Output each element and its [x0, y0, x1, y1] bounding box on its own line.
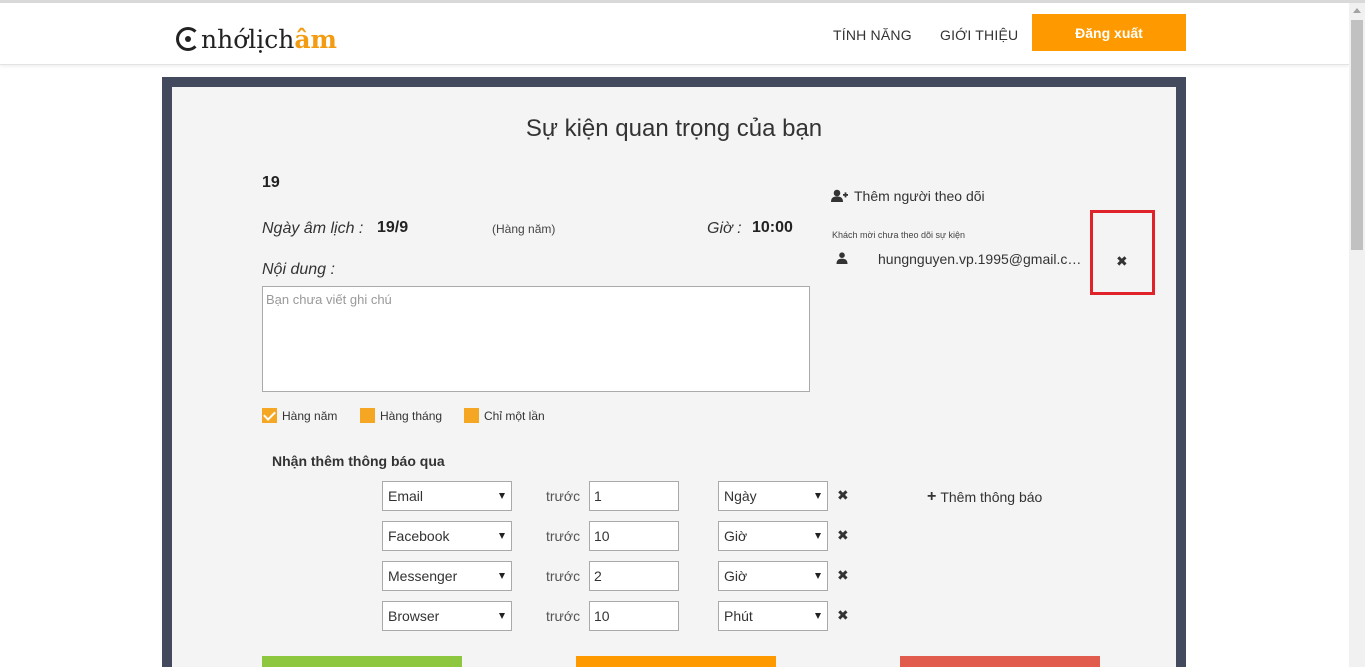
dropdown-caret-icon [499, 533, 505, 539]
channel-select[interactable]: Messenger [382, 561, 512, 591]
add-user-icon [831, 189, 848, 202]
repeat-type-label: (Hàng năm) [492, 222, 556, 236]
repeat-option-once[interactable]: Chỉ một lần [464, 408, 545, 423]
before-label: trước [546, 568, 581, 584]
add-follower-label: Thêm người theo dõi [854, 188, 985, 204]
lunar-date-value: 19/9 [377, 219, 409, 236]
checkbox-icon[interactable] [360, 408, 375, 423]
notification-row: Facebook trước 10 Giờ ✖ [0, 521, 1365, 551]
dropdown-caret-icon [815, 533, 821, 539]
checkbox-icon[interactable] [464, 408, 479, 423]
repeat-option-monthly[interactable]: Hàng tháng [360, 408, 442, 423]
save-button[interactable] [262, 656, 462, 667]
logo-text: nhớlịch [201, 24, 295, 54]
channel-select[interactable]: Browser [382, 601, 512, 631]
dropdown-caret-icon [499, 493, 505, 499]
unit-select[interactable]: Ngày [718, 481, 828, 511]
remove-notification-close-icon[interactable]: ✖ [837, 487, 849, 504]
nav-about[interactable]: GIỚI THIỆU [940, 27, 1018, 43]
time-value: 10:00 [752, 219, 793, 236]
repeat-option-label: Hàng tháng [380, 408, 443, 423]
add-notification-button[interactable]: + Thêm thông báo [927, 488, 1042, 506]
repeat-option-label: Hàng năm [282, 408, 338, 423]
unit-select[interactable]: Giờ [718, 521, 828, 551]
before-label: trước [546, 608, 581, 624]
before-label: trước [546, 488, 581, 504]
repeat-option-label: Chỉ một lần [484, 408, 545, 423]
lunar-date-label: Ngày âm lịch : [262, 220, 364, 237]
edit-button[interactable] [576, 656, 776, 667]
remove-notification-close-icon[interactable]: ✖ [837, 567, 849, 584]
plus-icon: + [927, 488, 937, 505]
checkbox-checked-icon[interactable] [262, 408, 277, 423]
page-title: Sự kiện quan trọng của bạn [525, 115, 823, 142]
dropdown-caret-icon [815, 573, 821, 579]
add-follower-button[interactable]: Thêm người theo dõi [831, 188, 985, 204]
dropdown-caret-icon [499, 573, 505, 579]
scrollbar-thumb[interactable] [1351, 20, 1363, 250]
remove-notification-close-icon[interactable]: ✖ [837, 527, 849, 544]
site-logo[interactable]: nhớlịch âm [176, 21, 337, 57]
logout-button[interactable]: Đăng xuất [1032, 14, 1186, 51]
time-label: Giờ : [707, 220, 742, 237]
amount-input[interactable]: 2 [589, 561, 679, 591]
dropdown-caret-icon [815, 493, 821, 499]
guest-email: hungnguyen.vp.1995@gmail.com [878, 251, 1086, 267]
amount-input[interactable]: 10 [589, 601, 679, 631]
amount-input[interactable]: 1 [589, 481, 679, 511]
delete-button[interactable] [900, 656, 1100, 667]
add-notification-label: Thêm thông báo [940, 489, 1043, 505]
remove-guest-close-icon[interactable]: ✖ [1116, 253, 1128, 270]
logo-swirl-icon [176, 27, 200, 51]
notification-row: Messenger trước 2 Giờ ✖ [0, 561, 1365, 591]
unit-select[interactable]: Giờ [718, 561, 828, 591]
note-textarea[interactable]: Bạn chưa viết ghi chú [262, 286, 810, 392]
repeat-option-yearly[interactable]: Hàng năm [262, 408, 337, 423]
user-icon [836, 252, 848, 264]
dropdown-caret-icon [499, 613, 505, 619]
dropdown-caret-icon [815, 613, 821, 619]
notification-row: Email trước 1 Ngày ✖ [0, 481, 1365, 511]
notification-section-title: Nhận thêm thông báo qua [272, 453, 445, 469]
before-label: trước [546, 528, 581, 544]
amount-input[interactable]: 10 [589, 521, 679, 551]
guest-not-following-note: Khách mời chưa theo dõi sự kiện [832, 230, 966, 240]
notification-row: Browser trước 10 Phút ✖ [0, 601, 1365, 631]
channel-select[interactable]: Facebook [382, 521, 512, 551]
unit-select[interactable]: Phút [718, 601, 828, 631]
logo-text-accent: âm [294, 24, 338, 54]
channel-select[interactable]: Email [382, 481, 512, 511]
nav-features[interactable]: TÍNH NĂNG [833, 27, 912, 43]
remove-notification-close-icon[interactable]: ✖ [837, 607, 849, 624]
content-label: Nội dung : [262, 261, 335, 278]
scroll-up-arrow-icon[interactable] [1353, 8, 1361, 13]
event-name: 19 [262, 174, 280, 191]
